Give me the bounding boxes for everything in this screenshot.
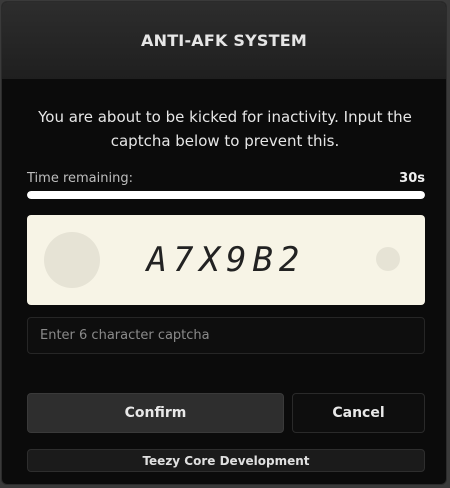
timer-value: 30s (399, 170, 425, 186)
dialog-header: ANTI-AFK SYSTEM (2, 2, 446, 79)
captcha-image: A7X9B2 (27, 215, 425, 305)
cancel-button[interactable]: Cancel (292, 393, 425, 433)
anti-afk-dialog: ANTI-AFK SYSTEM You are about to be kick… (1, 1, 447, 485)
footer-credit: Teezy Core Development (27, 449, 425, 472)
timer-progress-fill (27, 191, 425, 199)
timer-label: Time remaining: (27, 170, 133, 186)
confirm-button[interactable]: Confirm (27, 393, 284, 433)
timer-progress-bar (27, 191, 425, 199)
captcha-input[interactable] (27, 317, 425, 354)
dialog-title: ANTI-AFK SYSTEM (141, 31, 307, 50)
inactivity-message: You are about to be kicked for inactivit… (38, 108, 412, 150)
captcha-code: A7X9B2 (146, 240, 306, 280)
timer-row: Time remaining: 30s (27, 169, 425, 187)
